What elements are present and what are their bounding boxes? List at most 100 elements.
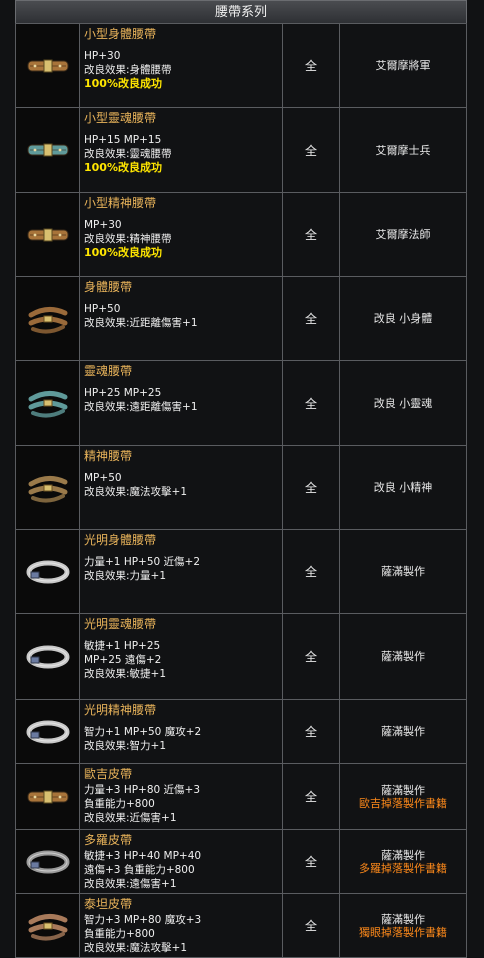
item-icon-cell <box>15 699 80 764</box>
item-icon-cell <box>15 360 80 446</box>
item-class: 全 <box>282 23 340 108</box>
item-stat-line: 力量+1 HP+50 近傷+2 <box>84 556 201 568</box>
item-icon-cell <box>15 613 80 700</box>
item-source: 薩滿製作 <box>381 650 425 663</box>
item-name: 身體腰帶 <box>84 280 133 294</box>
item-name: 多羅皮帶 <box>84 833 133 847</box>
table-row: 光明靈魂腰帶 敏捷+1 HP+25 MP+25 遠傷+2 改良效果:敏捷+1 全 薩滿製作 <box>15 613 467 700</box>
item-stat-line: 改良效果:遠距離傷害+1 <box>84 401 198 413</box>
item-drop-note: 多羅掉落製作書籍 <box>359 861 447 875</box>
item-stat-line: 敏捷+1 HP+25 <box>84 640 161 652</box>
item-name: 光明身體腰帶 <box>84 533 157 547</box>
item-class: 全 <box>282 360 340 446</box>
silver-belt-icon <box>16 714 79 750</box>
item-name: 光明精神腰帶 <box>84 703 157 717</box>
item-description-cell: 泰坦皮帶 智力+3 MP+80 魔攻+3 負重能力+800 改良效果:魔法攻擊+1 <box>79 893 283 958</box>
silver-belt-icon <box>16 639 79 675</box>
item-class: 全 <box>282 445 340 530</box>
brown-belt-icon <box>16 48 79 84</box>
item-source-cell: 艾爾摩將軍 <box>339 23 467 108</box>
item-source: 改良 小身體 <box>373 312 433 325</box>
item-stat-line: 改良效果:敏捷+1 <box>84 668 167 680</box>
item-icon-cell <box>15 893 80 958</box>
item-class: 全 <box>282 829 340 894</box>
item-stat-line: HP+30 <box>84 50 121 62</box>
item-icon-cell <box>15 107 80 193</box>
table-row: 精神腰帶 MP+50 改良效果:魔法攻擊+1 全 改良 小精神 <box>15 445 467 530</box>
item-name: 小型身體腰帶 <box>84 27 157 41</box>
item-stat-line: HP+50 <box>84 303 121 315</box>
item-class: 全 <box>282 763 340 830</box>
item-source: 薩滿製作 <box>381 912 425 926</box>
item-stat-line: 改良效果:魔法攻擊+1 <box>84 486 188 498</box>
item-source: 薩滿製作 <box>381 725 425 738</box>
item-icon-cell <box>15 829 80 894</box>
table-header-title: 腰帶系列 <box>15 0 467 23</box>
coiled-teal-belt-icon <box>16 385 79 421</box>
item-source-cell: 薩滿製作 <box>339 529 467 614</box>
item-stat-line: 智力+3 MP+80 魔攻+3 <box>84 914 202 926</box>
item-description-cell: 光明靈魂腰帶 敏捷+1 HP+25 MP+25 遠傷+2 改良效果:敏捷+1 <box>79 613 283 700</box>
item-stat-line: 改良效果:精神腰帶 <box>84 233 172 245</box>
item-stat-line: 改良效果:近距離傷害+1 <box>84 317 198 329</box>
item-stat-line: 改良效果:力量+1 <box>84 570 167 582</box>
item-name: 精神腰帶 <box>84 449 133 463</box>
item-name: 泰坦皮帶 <box>84 897 133 911</box>
item-class: 全 <box>282 699 340 764</box>
coiled-brown-belt-icon <box>16 470 79 506</box>
item-stat-line: 改良效果:近傷害+1 <box>84 812 177 824</box>
item-source-cell: 改良 小精神 <box>339 445 467 530</box>
item-source-cell: 改良 小靈魂 <box>339 360 467 446</box>
item-description-cell: 靈魂腰帶 HP+25 MP+25 改良效果:遠距離傷害+1 <box>79 360 283 446</box>
item-description-cell: 小型身體腰帶 HP+30 改良效果:身體腰帶 100%改良成功 <box>79 23 283 108</box>
item-source-cell: 薩滿製作 歐吉掉落製作書籍 <box>339 763 467 830</box>
item-stat-line: 遠傷+3 負重能力+800 <box>84 864 195 876</box>
item-source: 薩滿製作 <box>381 783 425 797</box>
item-class: 全 <box>282 276 340 361</box>
item-description-cell: 光明身體腰帶力量+1 HP+50 近傷+2 改良效果:力量+1 <box>79 529 283 614</box>
table-row: 靈魂腰帶 HP+25 MP+25 改良效果:遠距離傷害+1 全 改良 小靈魂 <box>15 360 467 446</box>
item-drop-note: 獨眼掉落製作書籍 <box>359 925 447 939</box>
item-stat-line: 負重能力+800 <box>84 798 155 810</box>
table-row: 光明身體腰帶 力量+1 HP+50 近傷+2 改良效果:力量+1 全 薩滿製作 <box>15 529 467 614</box>
item-source-cell: 薩滿製作 <box>339 699 467 764</box>
table-row: 泰坦皮帶 智力+3 MP+80 魔攻+3 負重能力+800 改良效果:魔法攻擊+1 全薩… <box>15 893 467 958</box>
item-description-cell: 小型精神腰帶 MP+30 改良效果:精神腰帶 100%改良成功 <box>79 192 283 277</box>
item-icon-cell <box>15 276 80 361</box>
belt-table: 小型身體腰帶 HP+30 改良效果:身體腰帶 100%改良成功全艾爾摩將軍 小型靈魂腰帶… <box>15 23 467 958</box>
table-row: 小型靈魂腰帶 HP+15 MP+15 改良效果:靈魂腰帶 100%改良成功 全 艾爾摩士兵 <box>15 107 467 193</box>
item-stat-line: 敏捷+3 HP+40 MP+40 <box>84 850 202 862</box>
item-stat-line: 負重能力+800 <box>84 928 155 940</box>
item-source-cell: 薩滿製作 <box>339 613 467 700</box>
silver-belt-icon <box>16 554 79 590</box>
item-description-cell: 光明精神腰帶 智力+1 MP+50 魔攻+2 改良效果:智力+1 <box>79 699 283 764</box>
item-stat-line: MP+30 <box>84 219 122 231</box>
item-icon-cell <box>15 23 80 108</box>
item-class: 全 <box>282 107 340 193</box>
item-stat-line: 改良效果:身體腰帶 <box>84 64 172 76</box>
item-icon-cell <box>15 529 80 614</box>
item-source-cell: 艾爾摩法師 <box>339 192 467 277</box>
item-class: 全 <box>282 613 340 700</box>
brown-belt-icon <box>16 779 79 815</box>
item-stat-line: MP+25 遠傷+2 <box>84 654 162 666</box>
item-name: 歐吉皮帶 <box>84 767 133 781</box>
brown-belt-icon <box>16 217 79 253</box>
coiled-brown-belt-icon <box>16 908 79 944</box>
upgrade-success-rate: 100%改良成功 <box>84 246 162 259</box>
item-stat-line: MP+50 <box>84 472 122 484</box>
item-source: 艾爾摩法師 <box>375 228 431 241</box>
item-source-cell: 艾爾摩士兵 <box>339 107 467 193</box>
item-icon-cell <box>15 445 80 530</box>
item-icon-cell <box>15 763 80 830</box>
item-description-cell: 歐吉皮帶 力量+3 HP+80 近傷+3 負重能力+800 改良效果:近傷害+1 <box>79 763 283 830</box>
item-source: 艾爾摩將軍 <box>375 59 431 72</box>
belt-series-panel: 腰帶系列 小型身體腰帶 HP+30 改良效果:身體腰帶 100%改良成功全艾爾摩將軍小… <box>15 0 467 958</box>
item-description-cell: 精神腰帶 MP+50 改良效果:魔法攻擊+1 <box>79 445 283 530</box>
item-stat-line: 改良效果:智力+1 <box>84 740 167 752</box>
table-row: 小型精神腰帶 MP+30 改良效果:精神腰帶 100%改良成功 全 艾爾摩法師 <box>15 192 467 277</box>
table-row: 光明精神腰帶 智力+1 MP+50 魔攻+2 改良效果:智力+1 全 薩滿製作 <box>15 699 467 764</box>
item-stat-line: HP+15 MP+15 <box>84 134 162 146</box>
item-name: 小型精神腰帶 <box>84 196 157 210</box>
item-name: 靈魂腰帶 <box>84 364 133 378</box>
